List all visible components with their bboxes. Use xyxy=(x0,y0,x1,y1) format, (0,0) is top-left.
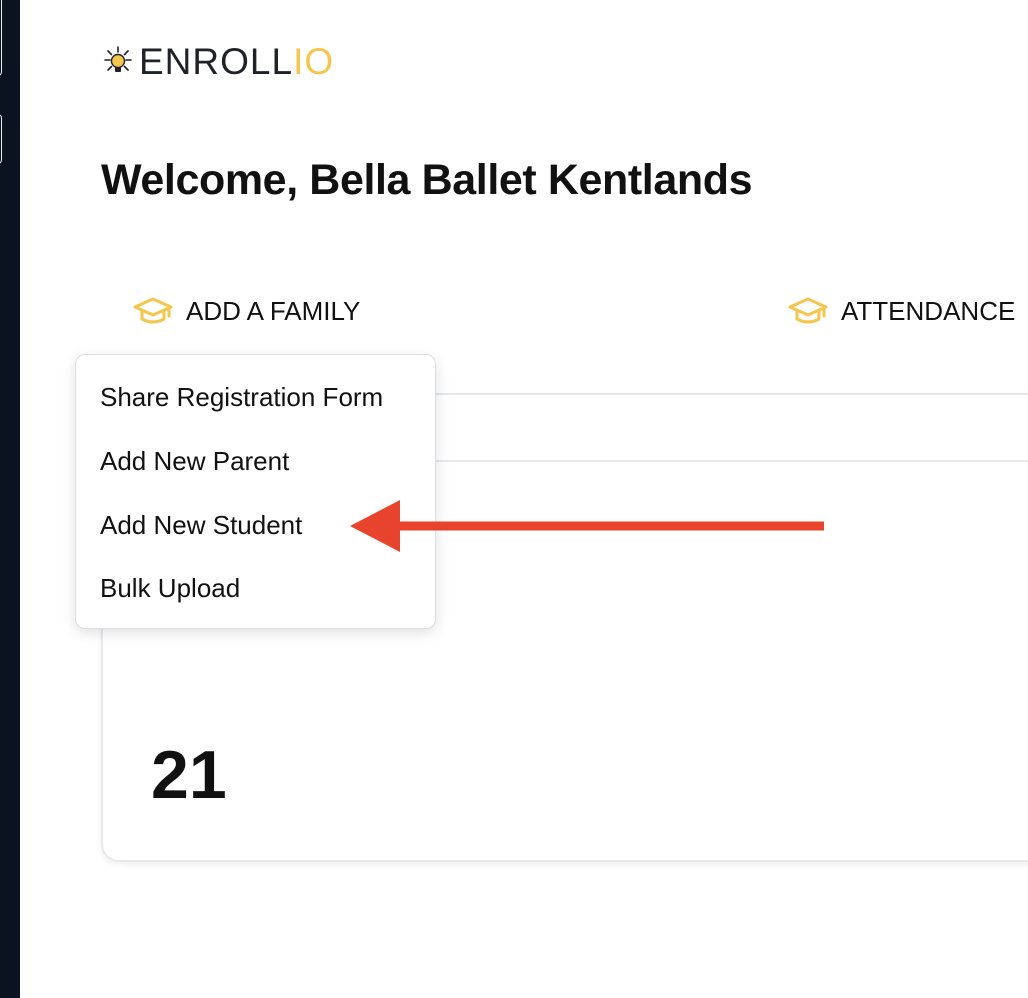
attendance-label: ATTENDANCE xyxy=(841,295,1016,326)
attendance-menu[interactable]: ATTENDANCE xyxy=(787,292,1015,330)
add-new-student-item[interactable]: Add New Student xyxy=(100,505,302,545)
page-title: Welcome, Bella Ballet Kentlands xyxy=(101,156,753,204)
logo-wordmark: ENROLLIO xyxy=(139,41,334,83)
left-sidebar xyxy=(0,0,20,998)
lightbulb-icon xyxy=(104,46,132,72)
logo-text-main: ENROLL xyxy=(139,41,294,82)
annotation-arrow xyxy=(350,500,824,552)
student-count-value: 21 xyxy=(151,737,227,813)
bulk-upload-item[interactable]: Bulk Upload xyxy=(100,568,240,608)
add-a-family-dropdown: Share Registration Form Add New Parent A… xyxy=(75,354,436,629)
add-new-parent-item[interactable]: Add New Parent xyxy=(100,441,289,481)
graduation-cap-icon xyxy=(788,297,828,324)
page: ENROLLIO Welcome, Bella Ballet Kentlands… xyxy=(0,0,1028,998)
logo-text-accent: IO xyxy=(293,41,335,82)
share-registration-form-item[interactable]: Share Registration Form xyxy=(100,377,383,417)
add-a-family-menu[interactable]: ADD A FAMILY xyxy=(132,292,360,330)
add-a-family-label: ADD A FAMILY xyxy=(186,295,361,326)
sidebar-toggle-button[interactable] xyxy=(0,0,2,76)
sidebar-secondary-button[interactable] xyxy=(0,114,2,164)
graduation-cap-icon xyxy=(133,297,173,324)
enrollio-logo[interactable]: ENROLLIO xyxy=(101,41,334,83)
